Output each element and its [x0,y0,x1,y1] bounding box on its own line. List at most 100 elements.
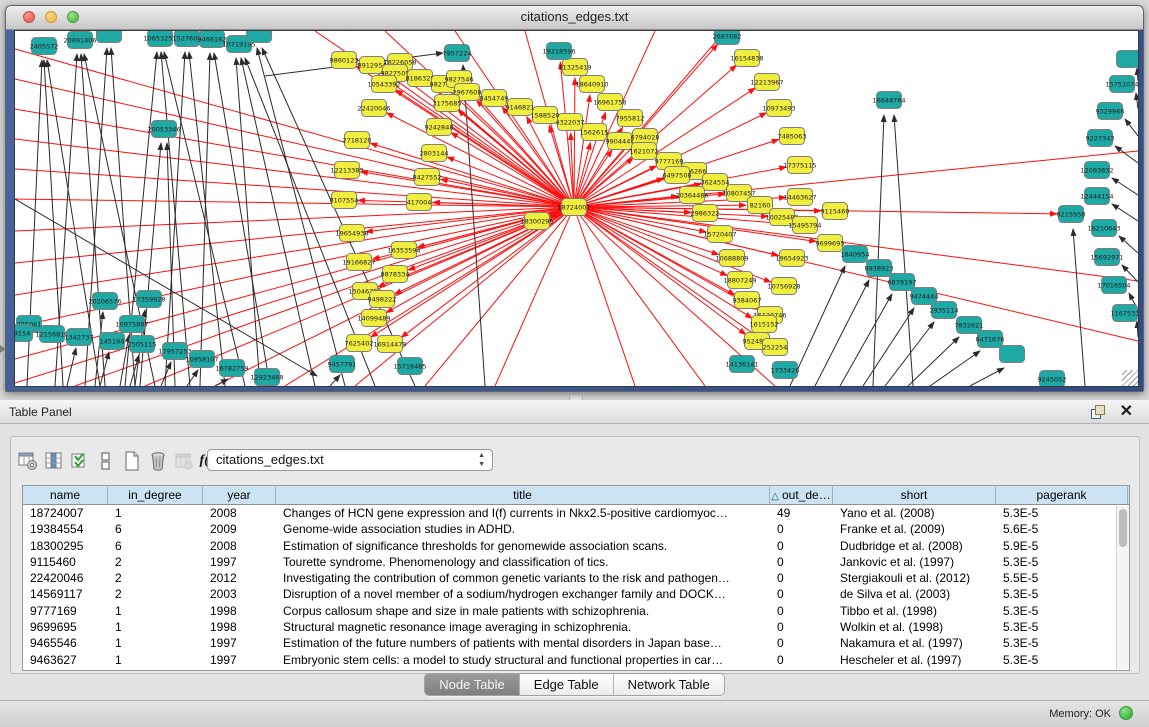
graph-node[interactable]: 10958107 [185,351,218,368]
graph-node[interactable]: 252254 [763,339,788,356]
table-row[interactable]: 977716911998Corpus callosum shape and si… [23,603,1129,619]
graph-node[interactable]: 2986322 [691,205,720,222]
graph-node[interactable]: 16914479 [373,336,406,353]
graph-node[interactable]: 10688809 [715,250,748,267]
table-row[interactable]: 946362711997Embryonic stem cells: a mode… [23,652,1129,668]
graph-node[interactable]: 12923468 [250,369,283,386]
panel-collapse-arrow-icon[interactable] [0,345,6,353]
graph-node[interactable]: 8107554 [330,192,359,209]
graph-node[interactable]: 9498222 [368,291,397,308]
graph-node[interactable]: 16961758 [593,94,626,111]
table-selector-dropdown[interactable]: citations_edges.txt ▲▼ [207,449,493,471]
graph-node[interactable] [97,31,122,43]
graph-node[interactable]: 18640910 [575,76,608,93]
graph-node[interactable] [1000,346,1025,363]
graph-node[interactable]: 16648784 [872,92,905,109]
float-panel-icon[interactable] [1091,405,1105,419]
select-all-columns-icon[interactable] [67,449,93,473]
graph-node[interactable]: 9384067 [733,292,762,309]
graph-node[interactable]: 1615152 [750,316,779,333]
graph-node[interactable] [1117,51,1139,68]
graph-node[interactable]: 2687682 [713,31,742,45]
table-row[interactable]: 1456911722003Disruption of a novel membe… [23,586,1129,602]
graph-node[interactable]: 8322037 [556,114,585,131]
graph-node[interactable]: 2405572 [30,38,59,55]
graph-node[interactable]: 7485063 [778,128,807,145]
table-row[interactable]: 946554611997Estimation of the future num… [23,635,1129,651]
graph-node[interactable]: 8454749 [480,90,509,107]
window-resize-grip[interactable] [1122,370,1138,386]
graph-node[interactable]: 9457791 [328,356,357,373]
graph-node[interactable]: 8471676 [976,331,1005,348]
column-header-out_de[interactable]: △out_de… [770,486,833,504]
graph-node[interactable]: 1733426 [771,362,800,379]
memory-status-indicator[interactable] [1119,706,1133,720]
graph-node[interactable]: 1342737 [65,329,94,346]
table-row[interactable]: 1872400712008Changes of HCN gene express… [23,505,1129,521]
graph-node[interactable]: 10756928 [767,278,800,295]
graph-node[interactable]: 3624554 [701,174,730,191]
tab-edge-table[interactable]: Edge Table [520,674,614,695]
table-row[interactable]: 1830029562008Estimation of significance … [23,538,1129,554]
graph-node[interactable]: 1167533 [1111,305,1138,322]
graph-node[interactable]: 39154 [15,325,33,342]
network-window[interactable]: citations_edges.txt 1872400718300295 1132… [5,5,1144,392]
graph-node[interactable]: 8878334 [381,266,410,283]
graph-node[interactable]: 15716485 [393,358,426,375]
graph-node[interactable]: 20053346 [147,121,180,138]
graph-node[interactable]: 10543392 [367,76,400,93]
graph-node[interactable]: 2505115 [128,336,157,353]
graph-node[interactable]: 12213967 [750,74,783,91]
column-header-pagerank[interactable]: pagerank [996,486,1128,504]
graph-node[interactable]: 9227343 [1086,130,1115,147]
graph-node[interactable]: 17375115 [783,157,816,174]
graph-node[interactable]: 9860123 [330,52,359,69]
graph-node[interactable]: 9329966 [1096,103,1125,120]
graph-node[interactable]: 15720407 [703,226,736,243]
vertical-scrollbar[interactable] [1116,506,1129,669]
graph-node[interactable]: 19654923 [775,250,808,267]
graph-node[interactable]: 1640954 [841,246,870,263]
graph-node[interactable]: 18724007 [557,199,590,216]
graph-node[interactable]: 417004 [407,194,432,211]
graph-node[interactable]: 22420046 [357,100,390,117]
network-window-titlebar[interactable]: citations_edges.txt [6,6,1143,30]
graph-node[interactable]: 12444154 [1080,188,1113,205]
graph-node[interactable]: 1588520 [531,107,560,124]
graph-node[interactable]: 82160 [748,197,773,214]
column-header-in_degree[interactable]: in_degree [108,486,203,504]
table-row[interactable]: 1938455462009Genome-wide association stu… [23,521,1129,537]
graph-node[interactable]: 18300295 [520,213,553,230]
column-header-short[interactable]: short [833,486,996,504]
close-panel-icon[interactable]: ✕ [1120,402,1133,422]
graph-node[interactable]: 11325419 [558,59,591,76]
delete-table-icon[interactable] [171,449,197,473]
graph-node[interactable]: 20691406 [63,32,96,49]
graph-node[interactable]: 14463627 [783,189,816,206]
show-columns-icon[interactable] [41,449,67,473]
graph-node[interactable]: 7625402 [345,335,374,352]
graph-node[interactable]: 10975887 [115,316,148,333]
graph-node[interactable]: 12093832 [1080,162,1113,179]
graph-node[interactable]: 15692971 [1090,249,1123,266]
graph-node[interactable]: 18807249 [723,272,756,289]
graph-node[interactable] [247,31,272,43]
graph-node[interactable]: 16782759 [215,360,248,377]
graph-node[interactable]: 10973493 [762,100,795,117]
graph-node[interactable]: 145194 [100,333,125,350]
graph-node[interactable]: 20206576 [88,293,121,310]
graph-node[interactable]: 12213383 [330,162,363,179]
graph-node[interactable]: 3175685 [433,95,462,112]
scrollbar-thumb[interactable] [1119,509,1127,547]
graph-node[interactable]: 19166827 [342,254,375,271]
table-row[interactable]: 969969511998Structural magnetic resonanc… [23,619,1129,635]
graph-node[interactable]: 8427552 [413,169,442,186]
graph-node[interactable]: 9699695 [816,235,845,252]
graph-node[interactable]: 2935114 [930,302,959,319]
graph-node[interactable]: 15495794 [788,217,821,234]
graph-node[interactable]: 8938923 [865,260,894,277]
graph-node[interactable]: 17016504 [1097,277,1130,294]
graph-node[interactable]: 9146821 [506,99,535,116]
graph-node[interactable]: 2718120 [343,132,372,149]
column-header-title[interactable]: title [276,486,770,504]
